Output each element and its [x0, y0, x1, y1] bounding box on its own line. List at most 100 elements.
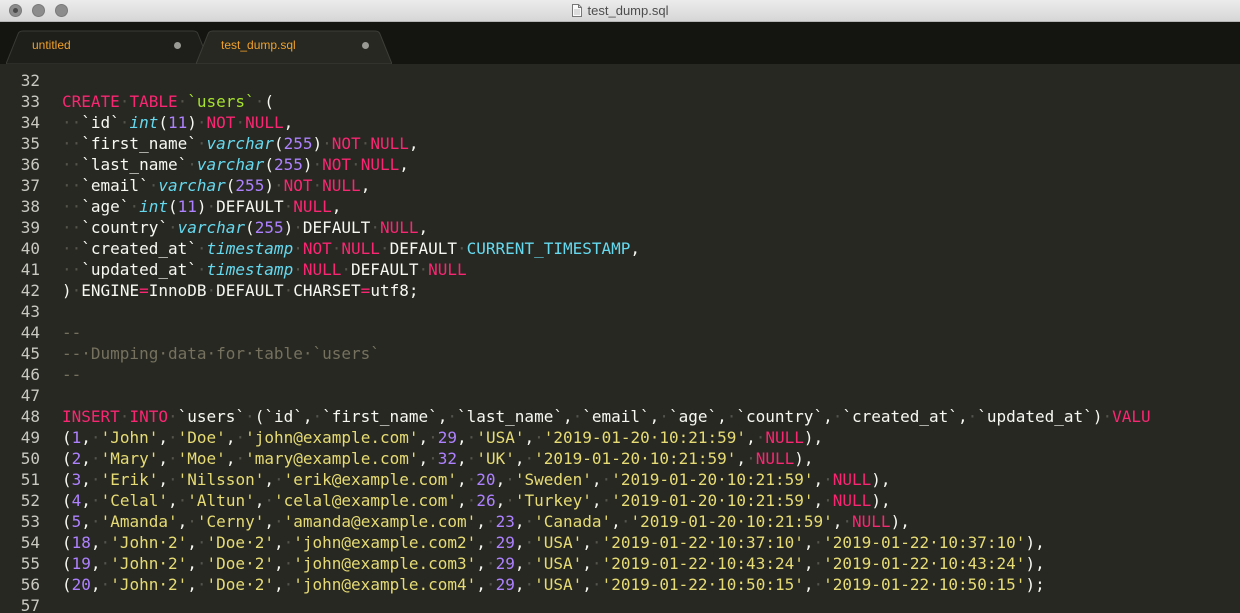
plain-token: , [457, 428, 467, 447]
plain-token: , [630, 239, 641, 258]
number-token: 20 [71, 575, 91, 594]
whitespace-marker: · [813, 533, 824, 552]
whitespace-marker: · [293, 218, 303, 237]
whitespace-marker: · [187, 155, 197, 174]
number-token: 11 [177, 197, 197, 216]
whitespace-marker: · [524, 575, 535, 594]
plain-token: ) [302, 155, 313, 174]
line-number: 44 [20, 323, 40, 342]
string-token: '2019-01-22·10:50:15' [601, 575, 804, 594]
plain-token: `last_name` [81, 155, 188, 174]
string-token: '2019-01-20·10:21:59' [543, 428, 747, 447]
number-token: 3 [71, 470, 82, 489]
tab-dirty-indicator[interactable] [174, 42, 181, 49]
plain-token: ( [62, 428, 72, 447]
keyword-token: = [139, 281, 149, 300]
whitespace-marker: ·· [62, 218, 82, 237]
whitespace-marker: · [485, 554, 496, 573]
string-token: '2019-01-22·10:37:10' [823, 533, 1026, 552]
whitespace-marker: · [505, 491, 515, 510]
type-token: int [139, 197, 168, 216]
whitespace-marker: · [196, 533, 207, 552]
plain-token: DEFAULT [351, 260, 419, 279]
keyword-token: VALU [1112, 407, 1151, 426]
number-token: 29 [437, 428, 458, 447]
whitespace-marker: · [235, 113, 246, 132]
whitespace-marker: · [196, 554, 207, 573]
number-token: 1 [71, 428, 82, 447]
plain-token: ( [62, 470, 72, 489]
whitespace-marker: · [457, 239, 467, 258]
plain-token: , [476, 512, 486, 531]
whitespace-marker: · [100, 554, 111, 573]
plain-token: , [457, 449, 467, 468]
whitespace-marker: · [312, 407, 323, 426]
string-token: 'John·2' [110, 575, 188, 594]
comment-token: --·Dumping·data·for·table·`users` [62, 344, 380, 363]
string-token: 'john@example.com2' [293, 533, 477, 552]
tab-untitled-label: untitled [32, 38, 71, 52]
string-token: '2019-01-22·10:43:24' [823, 554, 1026, 573]
whitespace-marker: · [235, 428, 246, 447]
string-token: 'celal@example.com' [274, 491, 458, 510]
plain-token: , [331, 197, 342, 216]
tab-bar: untitled test_dump.sql [0, 22, 1240, 64]
string-token: '2019-01-22·10:50:15' [823, 575, 1026, 594]
tab-untitled[interactable]: untitled [6, 30, 210, 64]
plain-token: , [81, 470, 91, 489]
plain-token: DEFAULT [216, 197, 284, 216]
whitespace-marker: · [196, 113, 207, 132]
number-token: 255 [254, 218, 284, 237]
string-token: 'john@example.com' [245, 428, 419, 447]
code-text: (4,·'Celal',·'Altun',·'celal@example.com… [62, 490, 891, 511]
plain-token: , [746, 428, 756, 447]
plain-token: , [476, 554, 486, 573]
plain-token: ( [167, 197, 178, 216]
plain-token: , [187, 575, 197, 594]
keyword-token: INTO [129, 407, 168, 426]
string-token: 'Amanda' [100, 512, 178, 531]
line-number: 47 [20, 386, 40, 405]
plain-token: DEFAULT [216, 281, 284, 300]
line-number: 56 [20, 575, 40, 594]
plain-token: ( [264, 155, 274, 174]
keyword-token: NULL [765, 428, 804, 447]
code-text: -- [62, 322, 81, 343]
plain-token: , [187, 533, 197, 552]
keyword-token: NULL [341, 239, 380, 258]
plain-token: , [803, 554, 814, 573]
whitespace-marker: · [1102, 407, 1113, 426]
whitespace-marker: · [524, 449, 535, 468]
plain-token: ( [245, 218, 255, 237]
tab-dirty-indicator[interactable] [362, 42, 369, 49]
string-token: 'john@example.com4' [293, 575, 477, 594]
string-token: 'John·2' [110, 533, 188, 552]
keyword-token: NULL [379, 218, 419, 237]
plain-token: `country`, [736, 407, 833, 426]
whitespace-marker: · [447, 407, 457, 426]
string-token: 'Mary' [100, 449, 159, 468]
code-text: (20,·'John·2',·'Doe·2',·'john@example.co… [62, 574, 1045, 595]
code-text: ··`created_at`·timestamp·NOT·NULL·DEFAUL… [62, 238, 640, 259]
comment-token: -- [62, 323, 82, 342]
number-token: 20 [476, 470, 496, 489]
line-number: 32 [20, 71, 40, 90]
plain-token: , [418, 428, 429, 447]
whitespace-marker: · [379, 239, 390, 258]
plain-token: ), [871, 470, 891, 489]
plain-token: `created_at` [81, 239, 197, 258]
code-editor[interactable]: 32 33 CREATE·TABLE·`users`·(34 ··`id`·int(1… [0, 64, 1240, 613]
whitespace-marker: · [466, 449, 477, 468]
whitespace-marker: · [196, 260, 207, 279]
plain-token: utf8; [370, 281, 419, 300]
whitespace-marker: · [196, 239, 207, 258]
keyword-token: NULL [832, 491, 872, 510]
plain-token: , [264, 512, 274, 531]
whitespace-marker: · [245, 407, 255, 426]
plain-token: , [283, 113, 294, 132]
plain-token: ) [283, 218, 294, 237]
number-token: 32 [437, 449, 458, 468]
whitespace-marker: · [524, 554, 535, 573]
line-number: 54 [20, 533, 40, 552]
tab-test-dump-sql[interactable]: test_dump.sql [196, 30, 392, 64]
